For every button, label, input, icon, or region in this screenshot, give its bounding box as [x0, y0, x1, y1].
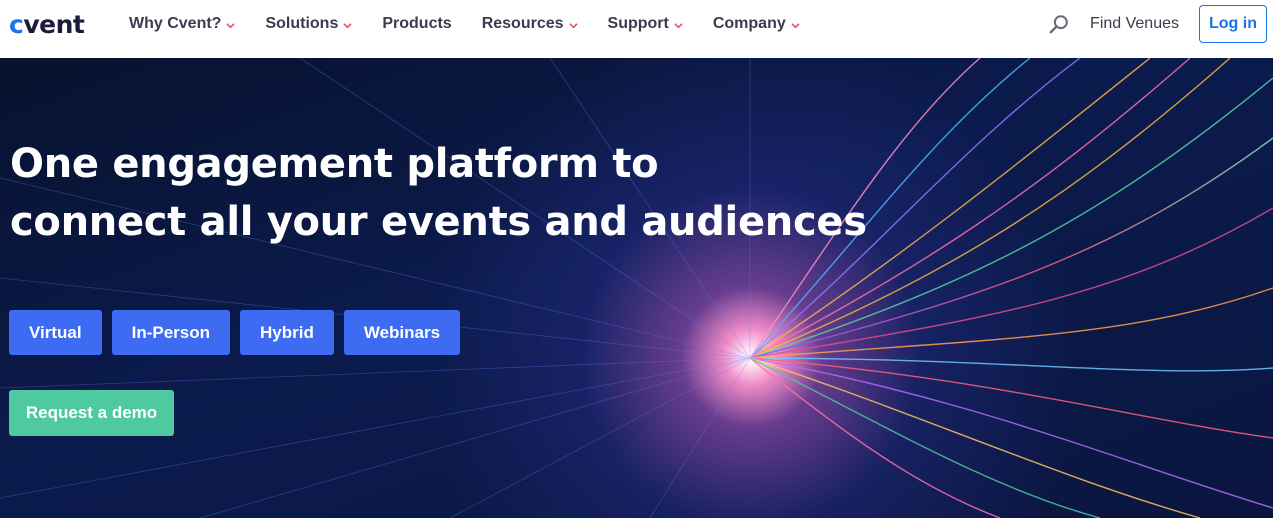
cvent-logo[interactable]: c vent [9, 9, 85, 39]
hybrid-button[interactable]: Hybrid [240, 310, 334, 355]
logo-c: c [9, 9, 24, 39]
in-person-button[interactable]: In-Person [111, 310, 230, 355]
hero-headline: One engagement platform to connect all y… [10, 135, 910, 251]
webinars-button[interactable]: Webinars [343, 310, 461, 355]
nav-support[interactable]: Support [608, 15, 683, 33]
chevron-down-icon [343, 22, 352, 28]
nav-company[interactable]: Company [713, 15, 800, 33]
event-type-buttons: Virtual In-Person Hybrid Webinars [9, 310, 470, 355]
nav-why-cvent-label: Why Cvent? [129, 15, 222, 32]
virtual-button[interactable]: Virtual [9, 310, 102, 355]
nav-resources[interactable]: Resources [482, 15, 578, 33]
nav-solutions-label: Solutions [265, 15, 339, 32]
headline-line-1: One engagement platform to [10, 141, 659, 187]
find-venues-link[interactable]: Find Venues [1090, 15, 1179, 33]
login-button[interactable]: Log in [1199, 5, 1267, 43]
chevron-down-icon [568, 22, 578, 28]
hero-section: One engagement platform to connect all y… [0, 58, 1273, 518]
search-icon[interactable] [1048, 13, 1070, 35]
nav-products[interactable]: Products [382, 15, 451, 33]
nav-why-cvent[interactable]: Why Cvent? [129, 15, 236, 33]
chevron-down-icon [791, 22, 800, 28]
light-streaks-background [0, 58, 1273, 518]
headline-line-2: connect all your events and audiences [10, 199, 867, 245]
nav-products-label: Products [382, 15, 452, 32]
chevron-down-icon [674, 22, 683, 28]
chevron-down-icon [226, 22, 236, 28]
main-nav: Why Cvent? Solutions Products Resources … [129, 0, 830, 48]
nav-resources-label: Resources [481, 15, 564, 32]
nav-solutions[interactable]: Solutions [265, 15, 352, 33]
header-tools: Find Venues Log in [1048, 5, 1267, 43]
nav-company-label: Company [712, 15, 786, 32]
logo-text: vent [23, 9, 85, 39]
nav-support-label: Support [607, 15, 669, 32]
request-demo-button[interactable]: Request a demo [9, 390, 174, 436]
site-header: c vent Why Cvent? Solutions Products Reso… [0, 0, 1273, 58]
